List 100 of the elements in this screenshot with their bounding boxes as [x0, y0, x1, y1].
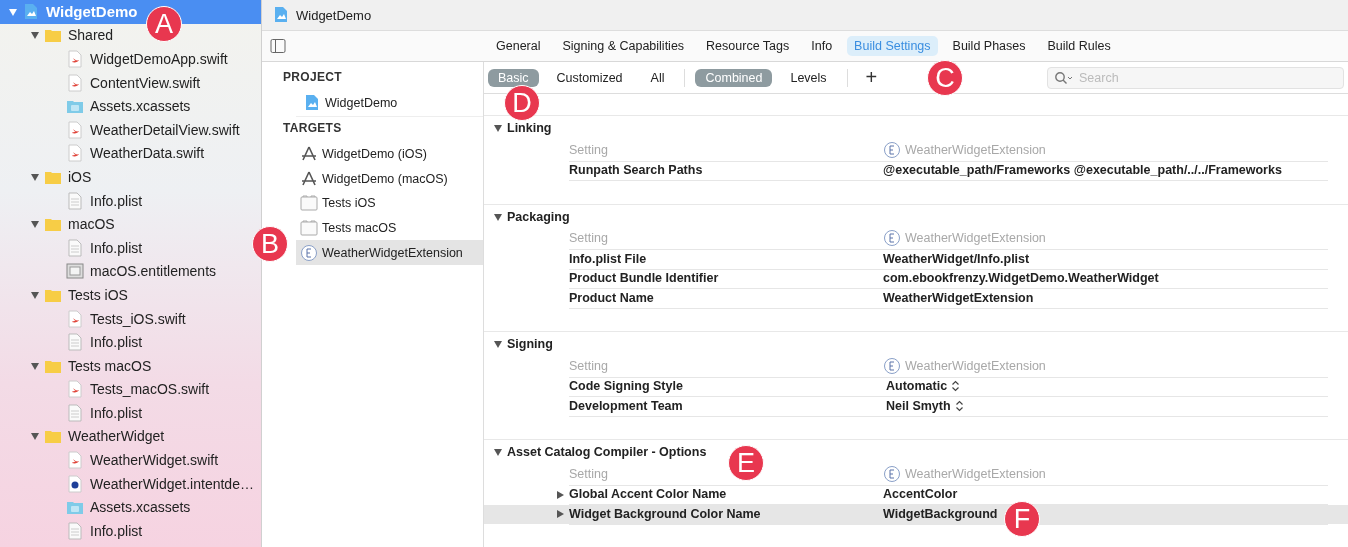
navigator-item[interactable]: ContentView.swift [0, 70, 205, 95]
popup-button[interactable]: Neil Smyth [883, 398, 964, 413]
setting-name: Widget Background Color Name [569, 504, 883, 525]
setting-row[interactable]: Product Bundle Identifier com.ebookfrenzy.WidgetDemo.WeatherWidget [484, 269, 1348, 289]
setting-row[interactable]: Runpath Search Paths @executable_path/Frameworks @executable_path/../../Frameworks [484, 161, 1348, 181]
editor-title: WidgetDemo [296, 7, 372, 23]
setting-row[interactable]: Product Name WeatherWidgetExtension [484, 288, 1348, 308]
section-heading: TARGETS [282, 119, 343, 137]
navigator-item[interactable]: iOS [0, 165, 96, 189]
column-header: Setting [569, 227, 883, 250]
navigator-item[interactable]: macOS.entitlements [0, 259, 221, 284]
navigator-item[interactable]: Info.plist [0, 330, 147, 354]
setting-name: Product Name [569, 288, 883, 309]
swift-file-icon [66, 144, 84, 163]
callout-marker: C [927, 60, 963, 96]
swift-file-icon [66, 380, 84, 399]
setting-value: WidgetBackground [883, 506, 998, 521]
setting-row[interactable]: Development Team Neil Smyth [484, 396, 1348, 416]
extension-icon [883, 464, 901, 483]
section-title: Asset Catalog Compiler - Options [507, 445, 707, 459]
navigator-item[interactable]: Info.plist [0, 519, 147, 543]
sidebar-toggle-icon [270, 38, 286, 54]
navigator-item[interactable]: WeatherData.swift [0, 141, 209, 166]
disclosure-triangle-icon [30, 171, 40, 182]
section-title: Signing [507, 337, 553, 351]
tab[interactable]: Build Rules [1040, 36, 1118, 56]
callout-marker: D [504, 85, 540, 121]
list-file-icon [66, 403, 84, 422]
chevron-up-down-icon [951, 380, 961, 393]
navigator-item[interactable]: macOS [0, 212, 119, 236]
navigator-item[interactable]: WeatherWidget.swift [0, 448, 223, 472]
tab[interactable]: Resource Tags [699, 36, 797, 56]
document-icon [22, 2, 40, 21]
setting-name: Product Bundle Identifier [569, 268, 883, 289]
certificate-icon [66, 262, 84, 281]
setting-name: Code Signing Style [569, 376, 883, 397]
tab[interactable]: General [489, 36, 548, 56]
setting-value: WeatherWidgetExtension [883, 290, 1034, 305]
target-item[interactable]: WidgetDemo (macOS) [296, 166, 483, 192]
setting-row[interactable]: Code Signing Style Automatic [484, 377, 1348, 397]
add-button[interactable]: + [857, 66, 886, 89]
extension-icon [883, 229, 901, 247]
disclosure-triangle-icon [30, 431, 40, 442]
navigator-item[interactable]: Info.plist [0, 235, 147, 260]
navigator-item[interactable]: Info.plist [0, 188, 147, 213]
target-item[interactable]: Tests iOS [296, 191, 483, 216]
filter-button[interactable]: Customized [546, 68, 633, 87]
navigator-item[interactable]: Shared [0, 23, 118, 48]
callout-marker: E [728, 445, 764, 481]
disclosure-triangle-icon [30, 219, 40, 230]
navigator-item[interactable]: Tests iOS [0, 283, 132, 307]
search-icon [1054, 70, 1074, 85]
target-item[interactable]: Tests macOS [296, 215, 483, 241]
list-file-icon [66, 333, 84, 352]
test-bundle-icon [300, 219, 318, 238]
callout-marker: F [1004, 501, 1040, 537]
setting-row[interactable]: Info.plist File WeatherWidget/Info.plist [484, 249, 1348, 269]
document-icon [303, 94, 321, 113]
setting-value: com.ebookfrenzy.WidgetDemo.WeatherWidget [883, 271, 1159, 286]
list-file-icon [66, 191, 84, 210]
extension-icon [883, 140, 901, 159]
document-icon [272, 6, 290, 24]
search-field[interactable]: Search [1047, 66, 1344, 89]
navigator-item[interactable]: Tests_iOS.swift [0, 306, 190, 331]
column-header: WeatherWidgetExtension [905, 466, 1046, 481]
section-title: Linking [507, 121, 552, 135]
navigator-item[interactable]: Tests_macOS.swift [0, 377, 214, 402]
tab[interactable]: Build Phases [945, 36, 1033, 56]
popup-button[interactable]: Automatic [883, 379, 961, 394]
setting-value: AccentColor [883, 487, 958, 502]
tab[interactable]: Info [804, 36, 840, 56]
setting-name: Development Team [569, 396, 883, 417]
navigator-item[interactable]: Assets.xcassets [0, 495, 195, 520]
swift-file-icon [66, 73, 84, 92]
navigator-item[interactable]: Info.plist [0, 401, 147, 425]
target-item[interactable]: WidgetDemo (iOS) [296, 141, 483, 167]
setting-name: Info.plist File [569, 249, 883, 270]
column-header: Setting [569, 354, 883, 378]
filter-button[interactable]: Levels [780, 68, 837, 87]
navigator-item[interactable]: Assets.xcassets [0, 94, 195, 118]
callout-marker: B [252, 226, 288, 262]
disclosure-triangle-icon [8, 6, 18, 17]
target-item[interactable]: WidgetDemo [296, 91, 483, 117]
setting-value: @executable_path/Frameworks @executable_path/../../Frameworks [883, 163, 1282, 178]
list-file-icon [66, 521, 84, 540]
navigator-item[interactable]: WidgetDemoApp.swift [0, 47, 232, 71]
disclosure-triangle-icon [30, 30, 40, 41]
target-item[interactable]: WeatherWidgetExtension [296, 240, 483, 266]
navigator-item[interactable]: WeatherWidget.intentde… [0, 471, 258, 496]
column-header: WeatherWidgetExtension [905, 142, 1046, 157]
setting-value: WeatherWidget/Info.plist [883, 251, 1030, 266]
disclosure-triangle-icon [30, 360, 40, 371]
navigator-item[interactable]: Tests macOS [0, 353, 156, 378]
navigator-item[interactable]: WeatherWidget [0, 424, 169, 449]
navigator-item[interactable]: WeatherDetailView.swift [0, 117, 244, 142]
swift-file-icon [66, 309, 84, 328]
filter-button[interactable]: All [640, 68, 675, 87]
tab[interactable]: Signing & Capabilities [555, 36, 692, 56]
disclosure-triangle-icon [30, 289, 40, 300]
setting-name: Runpath Search Paths [569, 160, 883, 181]
